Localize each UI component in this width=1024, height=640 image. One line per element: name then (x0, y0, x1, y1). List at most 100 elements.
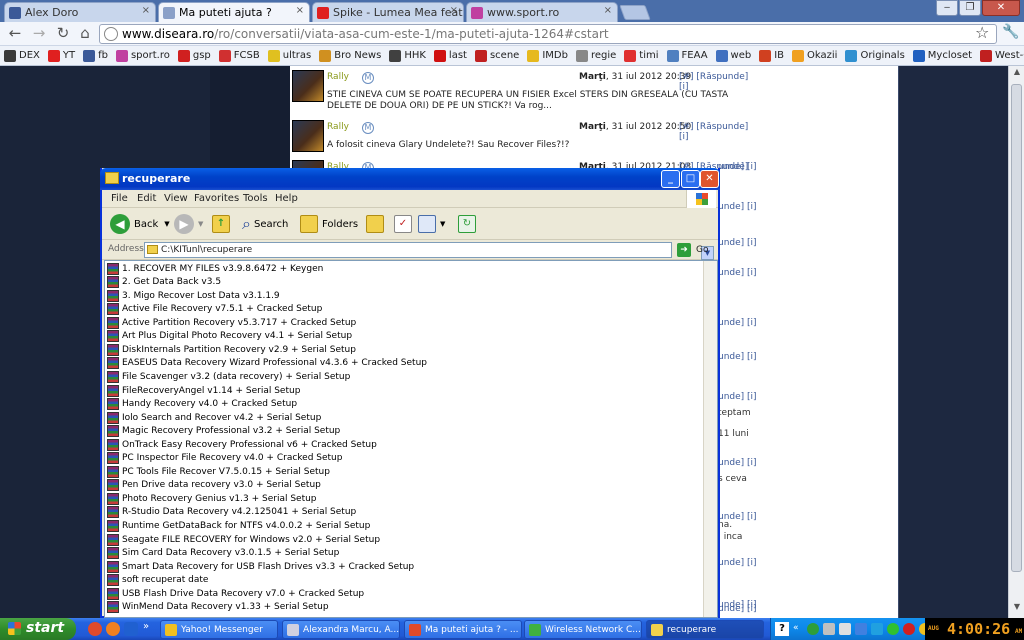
bookmark-item[interactable]: gsp (177, 49, 211, 62)
explorer-forward-button[interactable]: ▶ ▼ (174, 213, 203, 235)
close-tab-icon[interactable]: × (296, 5, 304, 16)
file-item[interactable]: Active Partition Recovery v5.3.717 + Cra… (107, 316, 356, 329)
scroll-thumb[interactable] (1011, 84, 1022, 572)
file-item[interactable]: OnTrack Easy Recovery Professional v6 + … (107, 438, 377, 451)
clock[interactable]: AUG 4:00:26 AM (925, 618, 1024, 640)
explorer-minimize-button[interactable]: _ (661, 170, 680, 188)
browser-tab[interactable]: Alex Doro × (4, 2, 156, 22)
file-item[interactable]: Magic Recovery Professional v3.2 + Seria… (107, 425, 340, 438)
file-item[interactable]: Seagate FILE RECOVERY for Windows v2.0 +… (107, 533, 380, 546)
menu-item-tools[interactable]: Tools (243, 193, 268, 204)
file-list-scrollbar[interactable] (703, 261, 717, 617)
chevron-left-icon[interactable]: « (793, 623, 799, 633)
browser-tab[interactable]: Ma puteti ajuta ? × (158, 2, 310, 22)
bookmark-star-icon[interactable]: ☆ (975, 24, 989, 42)
home-icon[interactable]: ⌂ (76, 25, 94, 43)
menu-item-view[interactable]: View (164, 193, 188, 204)
chrome-quicklaunch-icon[interactable] (88, 622, 102, 636)
start-button[interactable]: start (0, 618, 76, 640)
file-item[interactable]: Pen Drive data recovery v3.0 + Serial Se… (107, 479, 321, 492)
close-tab-icon[interactable]: × (450, 5, 458, 16)
browser-tab[interactable]: Spike - Lumea Mea feat. Gue× (312, 2, 464, 22)
reload-icon[interactable]: ↻ (54, 25, 72, 43)
bookmark-item[interactable]: web (715, 49, 751, 62)
network-tray-icon[interactable] (807, 623, 819, 635)
file-item[interactable]: 3. Migo Recover Lost Data v3.1.1.9 (107, 289, 280, 302)
file-item[interactable]: Runtime GetDataBack for NTFS v4.0.0.2 + … (107, 519, 370, 532)
file-item[interactable]: USB Flash Drive Data Recovery v7.0 + Cra… (107, 587, 364, 600)
help-icon[interactable]: ? (775, 622, 789, 636)
file-item[interactable]: 1. RECOVER MY FILES v3.9.8.6472 + Keygen (107, 262, 323, 275)
copy-to-button[interactable]: ✓ (394, 213, 416, 235)
comment-fragment[interactable]: unde] [i] (718, 458, 757, 468)
file-item[interactable]: Sim Card Data Recovery v3.0.1.5 + Serial… (107, 547, 339, 560)
display-tray-icon[interactable] (871, 623, 883, 635)
bookmark-item[interactable]: IB (759, 49, 784, 62)
bookmark-item[interactable]: FEAA (666, 49, 708, 62)
avatar[interactable] (292, 70, 324, 102)
file-item[interactable]: 2. Get Data Back v3.5 (107, 276, 221, 289)
taskbar-button[interactable]: Wireless Network C... (524, 620, 642, 639)
file-item[interactable]: Active File Recovery v7.5.1 + Cracked Se… (107, 303, 322, 316)
bookmark-item[interactable]: ultras (267, 49, 311, 62)
bookmark-item[interactable]: FCSB (218, 49, 260, 62)
bookmark-item[interactable]: Bro News (319, 49, 381, 62)
taskbar-button[interactable]: Ma puteti ajuta ? - ... (404, 620, 522, 639)
close-window-button[interactable]: ✕ (982, 0, 1020, 16)
bookmark-item[interactable]: fb (83, 49, 108, 62)
bookmark-item[interactable]: Okazii (792, 49, 837, 62)
file-item[interactable]: DiskInternals Partition Recovery v2.9 + … (107, 343, 356, 356)
bookmark-item[interactable]: scene (474, 49, 519, 62)
address-bar[interactable]: www.diseara.ro/ro/conversatii/viata-asa-… (99, 24, 997, 44)
back-arrow-icon[interactable]: ← (6, 25, 24, 43)
antivirus-tray-icon[interactable] (903, 623, 915, 635)
quicklaunch-more-icon[interactable]: » (143, 621, 149, 632)
avatar[interactable] (292, 120, 324, 152)
comment-fragment[interactable]: unde] [i] (718, 318, 757, 328)
chevron-down-icon[interactable]: ▼ (198, 220, 203, 228)
comment-fragment[interactable]: unde] [i] (718, 238, 757, 248)
taskbar-button[interactable]: Alexandra Marcu, A... (282, 620, 400, 639)
folders-button[interactable]: Folders (300, 213, 358, 235)
bookmark-item[interactable]: IMDb (527, 49, 568, 62)
bookmark-item[interactable]: sport.ro (115, 49, 170, 62)
go-button[interactable]: ➜ Go (677, 242, 708, 258)
menu-item-edit[interactable]: Edit (137, 193, 156, 204)
bookmark-item[interactable]: last (433, 49, 467, 62)
bookmark-item[interactable]: YT (47, 49, 75, 62)
bookmark-item[interactable]: HHK (389, 49, 426, 62)
menu-item-file[interactable]: File (111, 193, 128, 204)
comment-fragment[interactable]: unde] [i] (718, 558, 757, 568)
file-item[interactable]: Smart Data Recovery for USB Flash Drives… (107, 560, 414, 573)
bookmark-item[interactable]: regie (575, 49, 616, 62)
explorer-titlebar[interactable]: recuperare _ □ ✕ (100, 168, 720, 190)
explorer-maximize-button[interactable]: □ (681, 170, 700, 188)
bookmark-item[interactable]: Originals (845, 49, 905, 62)
scroll-down-icon[interactable]: ▼ (1010, 602, 1024, 616)
browser-quicklaunch-icon[interactable] (124, 622, 138, 636)
bookmark-item[interactable]: DEX (4, 49, 40, 62)
comment-fragment[interactable]: unde] [i] (718, 352, 757, 362)
wrench-icon[interactable]: 🔧 (1002, 24, 1019, 40)
file-item[interactable]: Art Plus Digital Photo Recovery v4.1 + S… (107, 330, 352, 343)
file-item[interactable]: PC Tools File Recover V7.5.0.15 + Serial… (107, 465, 330, 478)
browser-tab[interactable]: www.sport.ro × (466, 2, 618, 22)
refresh-button[interactable]: ↻ (458, 213, 480, 235)
status-tray-icon[interactable] (887, 623, 899, 635)
close-tab-icon[interactable]: × (142, 5, 150, 16)
bluetooth-tray-icon[interactable] (855, 623, 867, 635)
bookmark-item[interactable]: Mycloset (912, 49, 972, 62)
bookmark-item[interactable]: timi (624, 49, 659, 62)
views-button[interactable]: ▼ (418, 213, 445, 235)
file-item[interactable]: Handy Recovery v4.0 + Cracked Setup (107, 398, 297, 411)
comment-actions[interactable]: [#] [Răspunde] [i] (679, 72, 757, 92)
comment-fragment[interactable]: unde] [i] (718, 162, 757, 172)
move-to-button[interactable] (366, 213, 388, 235)
new-tab-button[interactable] (619, 5, 651, 20)
bookmark-item[interactable]: West-Coast (980, 49, 1024, 62)
search-button[interactable]: ⌕ Search (242, 213, 288, 235)
comment-fragment[interactable]: unde] [i] (718, 268, 757, 278)
explorer-back-button[interactable]: ◀ Back ▼ (110, 213, 170, 235)
file-item[interactable]: R-Studio Data Recovery v4.2.125041 + Ser… (107, 506, 356, 519)
explorer-close-button[interactable]: ✕ (700, 170, 719, 188)
